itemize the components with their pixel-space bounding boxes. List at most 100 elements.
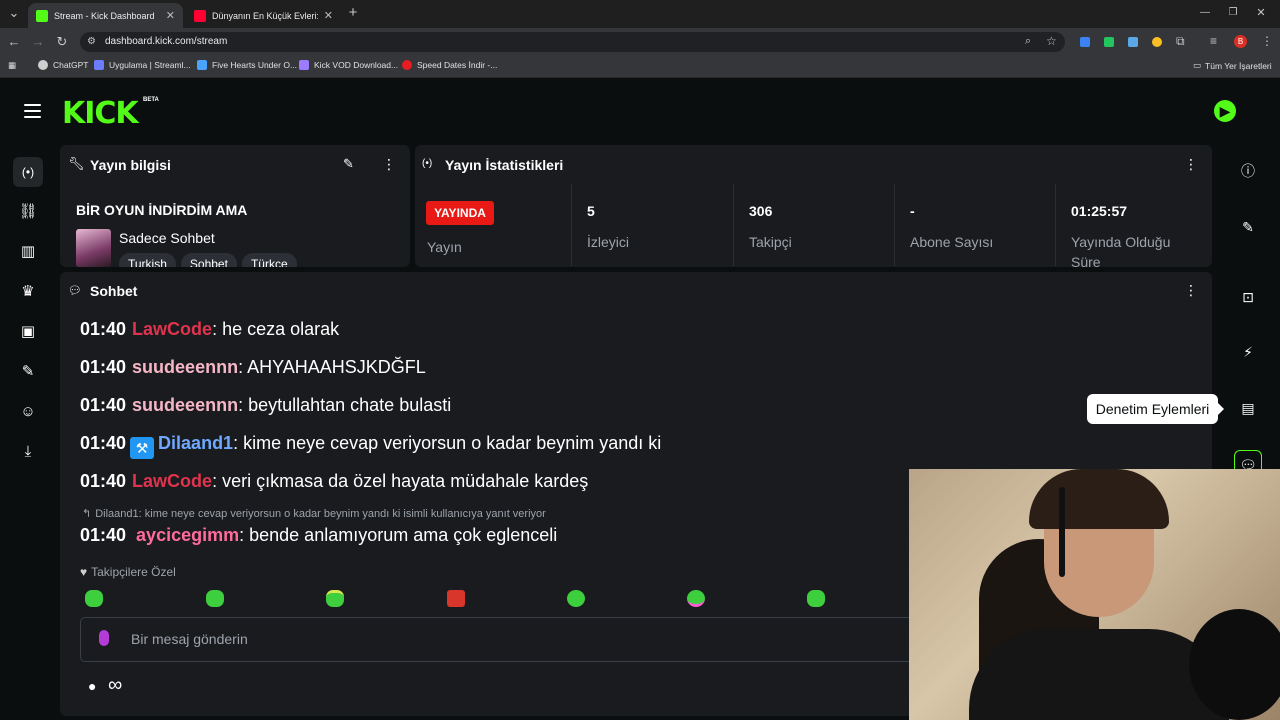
message-username[interactable]: aycicegimm <box>136 525 239 545</box>
kick-favicon-icon <box>36 9 48 22</box>
site-info-icon[interactable]: ⚙ <box>87 36 96 47</box>
message-username[interactable]: LawCode <box>132 319 212 339</box>
browser-tab[interactable]: Dünyanın En Küçük Evleri: 1,5 m ✕ <box>186 3 341 28</box>
edit-pencil-icon[interactable]: ✎ <box>343 156 354 172</box>
message-text: bende anlamıyorum ama çok eglenceli <box>244 525 558 545</box>
tag-chip[interactable]: Turkish <box>119 253 176 267</box>
moderator-badge-icon: ⚒ <box>130 437 155 459</box>
subs-stat: - Abone Sayısı <box>894 184 1054 266</box>
emote-icon[interactable] <box>206 590 224 607</box>
back-icon[interactable]: ← <box>5 33 23 51</box>
chat-message-input[interactable]: Bir mesaj gönderin <box>80 617 930 662</box>
category-name[interactable]: Sadece Sohbet <box>119 230 215 246</box>
wrench-icon[interactable]: ✎ <box>13 357 43 387</box>
bookmark-label: Uygulama | Streaml... <box>109 60 191 70</box>
extension-icon[interactable] <box>1152 37 1162 47</box>
followers-label: Takipçi <box>749 234 792 250</box>
tag-chip[interactable]: Sohbet <box>180 253 237 267</box>
tab-search-icon[interactable]: ⌄ <box>5 4 23 22</box>
chat-message[interactable]: 01:40 LawCode: he ceza olarak <box>80 319 339 340</box>
screenshot-icon[interactable]: ⊡ <box>1234 283 1262 311</box>
browser-tab-active[interactable]: Stream - Kick Dashboard ✕ <box>28 3 183 28</box>
chat-more-icon[interactable]: ⋮ <box>1184 282 1198 299</box>
stream-broadcast-icon[interactable]: (•) <box>13 157 43 187</box>
bookmark-item[interactable]: Five Hearts Under O... <box>197 60 297 70</box>
emote-icon[interactable] <box>807 590 825 607</box>
bookmark-label: Five Hearts Under O... <box>212 60 298 70</box>
reading-list-icon[interactable]: ≡ <box>1210 34 1217 48</box>
zoom-icon[interactable]: ⌕ <box>1025 35 1031 48</box>
minimize-icon[interactable]: — <box>1196 4 1214 22</box>
broadcast-icon: (•) <box>422 158 433 169</box>
kick-logo[interactable]: KICK <box>62 96 139 131</box>
microphone-icon[interactable] <box>99 630 109 646</box>
stream-info-more-icon[interactable]: ⋮ <box>382 156 396 173</box>
chat-message[interactable]: 01:40 LawCode: veri çıkmasa da özel hayat… <box>80 471 588 492</box>
chat-message[interactable]: 01:40 aycicegimm: bende anlamıyorum ama ç… <box>80 525 557 546</box>
link-icon[interactable]: ⛓ <box>13 197 43 227</box>
download-tray-icon[interactable]: ⤓ <box>13 437 43 467</box>
wrench-icon: 🔧︎ <box>68 156 85 171</box>
emote-icon[interactable] <box>85 590 103 607</box>
close-tab-icon[interactable]: ✕ <box>166 9 175 22</box>
hamburger-menu-icon[interactable] <box>24 104 41 118</box>
viewers-value: 5 <box>587 203 595 219</box>
bookmark-star-icon[interactable]: ☆ <box>1046 34 1057 48</box>
chat-message[interactable]: 01:40 suudeeennn: AHYAHAAHSJKDĞFL <box>80 357 426 378</box>
reply-preview: ↰ Dilaand1: kime neye cevap veriyorsun o … <box>82 508 546 520</box>
message-username[interactable]: suudeeennn <box>132 395 238 415</box>
emote-halo-icon[interactable] <box>326 590 344 607</box>
chat-message[interactable]: 01:40 suudeeennn: beytullahtan chate bula… <box>80 395 451 416</box>
maximize-icon[interactable]: ❐ <box>1224 4 1242 22</box>
youtube-favicon-icon <box>194 9 206 22</box>
extension-icon[interactable] <box>1080 37 1090 47</box>
all-bookmarks-label: Tüm Yer İşaretleri <box>1205 60 1272 71</box>
bookmark-item[interactable]: Kick VOD Download... <box>299 60 398 70</box>
bookmark-favicon-icon <box>402 60 412 70</box>
browser-menu-icon[interactable]: ⋮ <box>1261 34 1273 48</box>
close-window-icon[interactable]: ✕ <box>1252 4 1270 22</box>
extension-icon[interactable] <box>1128 37 1138 47</box>
stream-stats-more-icon[interactable]: ⋮ <box>1184 156 1198 173</box>
chat-message[interactable]: 01:40 ⚒ Dilaand1: kime neye cevap veriyors… <box>80 433 661 459</box>
bookmark-item[interactable]: ChatGPT <box>38 60 88 70</box>
analytics-chart-icon[interactable]: ▥ <box>13 237 43 267</box>
message-time: 01:40 <box>80 357 127 377</box>
close-tab-icon[interactable]: ✕ <box>324 9 333 22</box>
bookmark-item[interactable]: Uygulama | Streaml... <box>94 60 191 70</box>
emote-kiss-icon[interactable] <box>687 590 705 607</box>
url-text: dashboard.kick.com/stream <box>105 36 228 47</box>
info-icon[interactable]: ⓘ <box>1234 157 1262 185</box>
status-label: Yayın <box>427 239 462 255</box>
chat-settings-dots-icon[interactable]: ● <box>88 678 96 694</box>
emote-eyes-icon[interactable] <box>567 590 585 607</box>
all-bookmarks-folder[interactable]: ▭ Tüm Yer İşaretleri <box>1193 60 1272 71</box>
reload-icon[interactable]: ↻ <box>53 33 71 51</box>
message-username[interactable]: LawCode <box>132 471 212 491</box>
kick-app-icon[interactable]: ▶ <box>1214 100 1236 122</box>
lightning-icon[interactable]: ⚡︎ <box>1234 338 1262 366</box>
emote-angry-icon[interactable] <box>447 590 465 607</box>
trophy-icon[interactable]: ♛ <box>13 277 43 307</box>
edit-pencil-icon[interactable]: ✎ <box>1234 213 1262 241</box>
bookmark-item[interactable]: Speed Dates İndir -... <box>402 60 497 70</box>
message-text: kime neye cevap veriyorsun o kadar beyni… <box>238 433 662 453</box>
forward-icon[interactable]: → <box>29 33 47 51</box>
message-username[interactable]: Dilaand1 <box>158 433 233 453</box>
message-text: veri çıkmasa da özel hayata müdahale kar… <box>217 471 589 491</box>
moderation-actions-icon[interactable]: ▤ <box>1234 394 1262 422</box>
extensions-puzzle-icon[interactable]: ⧉ <box>1176 34 1185 49</box>
infinity-icon[interactable]: ∞ <box>108 674 122 697</box>
apps-grid-icon[interactable]: ▦ <box>8 60 16 71</box>
url-field[interactable] <box>80 32 1065 52</box>
bookmark-favicon-icon <box>299 60 309 70</box>
message-username[interactable]: suudeeennn <box>132 357 238 377</box>
profile-avatar[interactable]: B <box>1234 35 1247 48</box>
chatgpt-icon <box>38 60 48 70</box>
video-library-icon[interactable]: ▣ <box>13 317 43 347</box>
tag-chip[interactable]: Türkçe <box>241 253 297 267</box>
extension-shield-icon[interactable] <box>1104 37 1114 47</box>
new-tab-button[interactable]: + <box>344 4 362 22</box>
community-users-icon[interactable]: ☺ <box>13 397 43 427</box>
uptime-value: 01:25:57 <box>1071 203 1128 219</box>
